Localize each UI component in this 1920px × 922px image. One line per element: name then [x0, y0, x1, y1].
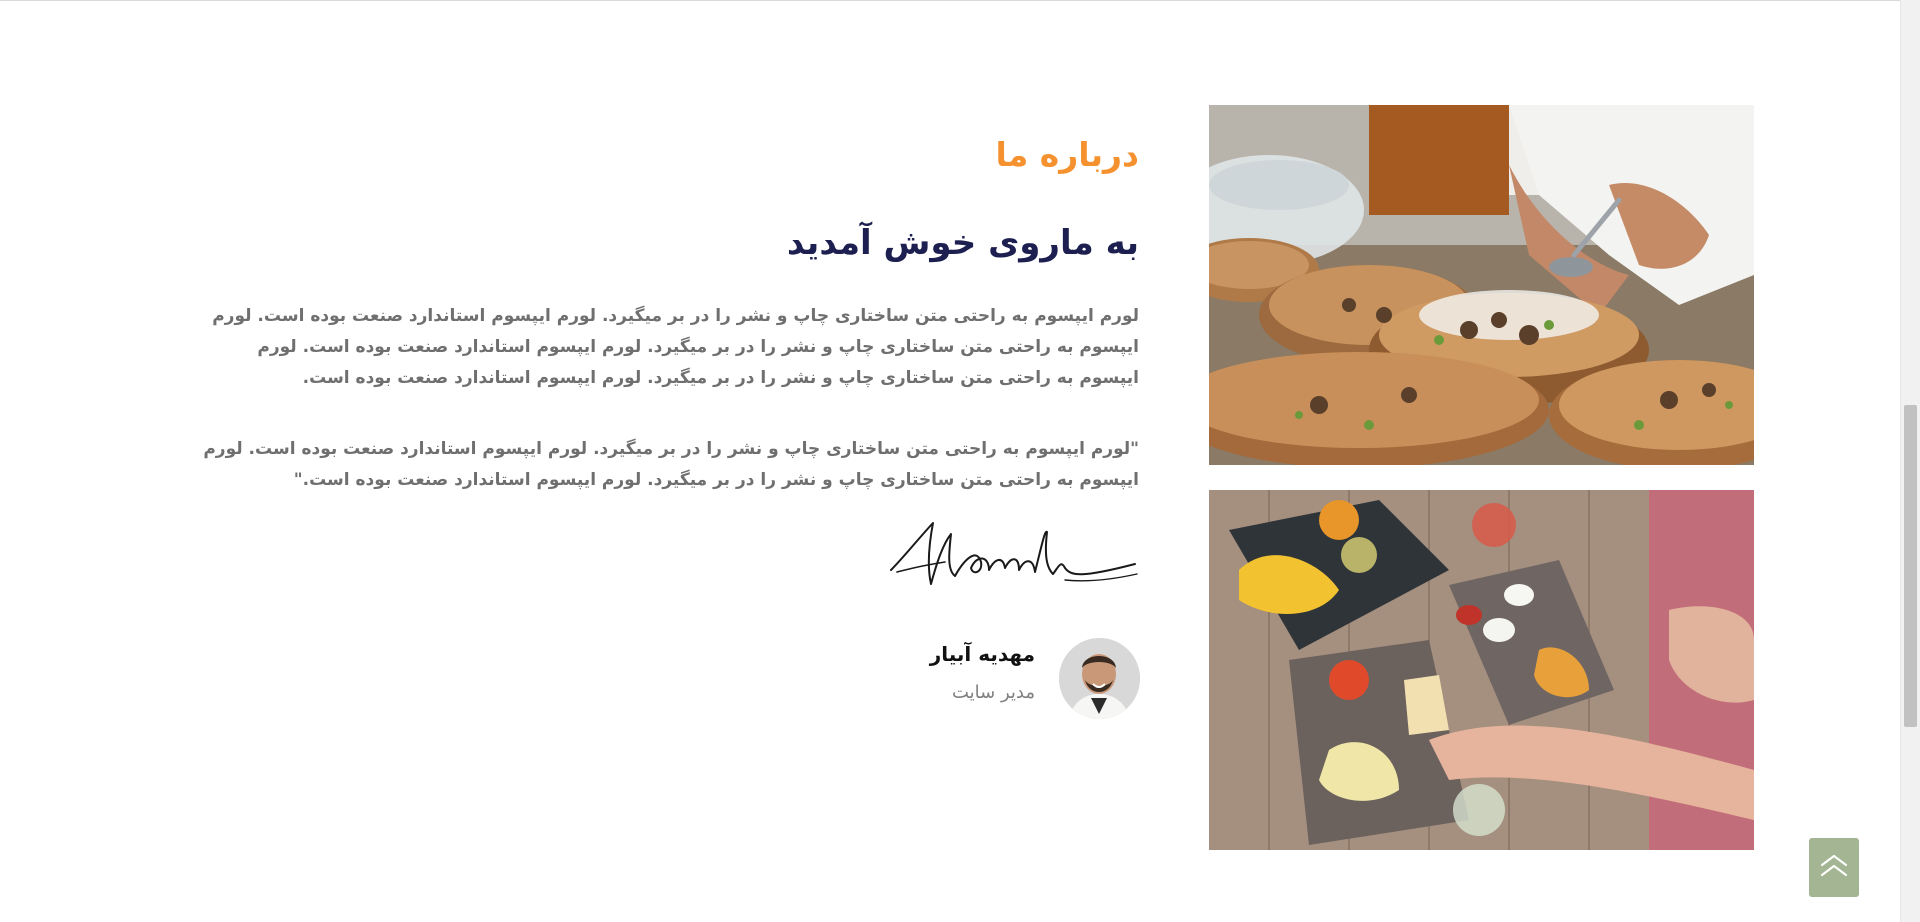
author-name: مهدیه آبیار: [929, 642, 1035, 666]
about-text-column: درباره ما به ماروی خوش آمدید لورم ایپسوم…: [200, 125, 1139, 496]
double-chevron-up-icon: [1820, 854, 1848, 877]
quote-paragraph: "لورم ایپسوم به راحتی متن ساختاری چاپ و …: [203, 439, 1139, 490]
avatar: [1059, 638, 1140, 719]
back-to-top-button[interactable]: [1809, 838, 1859, 897]
header-divider: [0, 0, 1900, 1]
section-title: درباره ما: [995, 135, 1139, 174]
table-dishes-photo: [1209, 490, 1754, 850]
page-scrollbar[interactable]: [1900, 0, 1920, 922]
welcome-heading: به ماروی خوش آمدید: [786, 223, 1139, 263]
scrollbar-thumb[interactable]: [1904, 405, 1917, 727]
signature-image: [885, 518, 1140, 593]
intro-paragraph: لورم ایپسوم به راحتی متن ساختاری چاپ و ن…: [212, 306, 1139, 388]
chef-plating-photo: [1209, 105, 1754, 465]
author-role: مدیر سایت: [951, 682, 1035, 703]
author-card: مهدیه آبیار مدیر سایت: [900, 638, 1140, 720]
